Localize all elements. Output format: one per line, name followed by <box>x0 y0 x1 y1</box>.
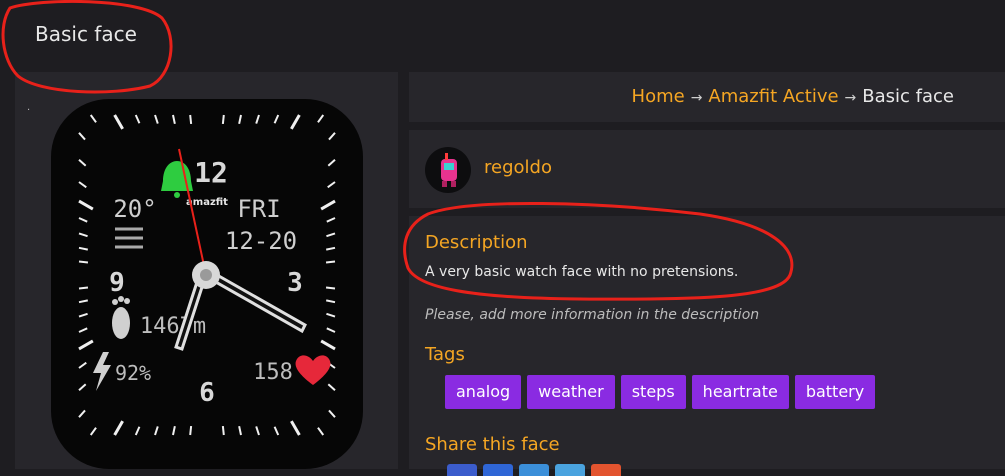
watch-date: 12-20 <box>225 227 297 255</box>
breadcrumb-separator: → <box>844 90 857 106</box>
avatar-icon <box>441 153 457 187</box>
dial-tick <box>78 260 89 264</box>
share-heading: Share this face <box>425 434 560 455</box>
dial-number-12: 12 <box>194 156 228 189</box>
share-button[interactable] <box>447 464 477 476</box>
dial-tick <box>78 286 89 290</box>
tag-analog[interactable]: analog <box>445 375 522 409</box>
share-button[interactable] <box>555 464 585 476</box>
description-text: A very basic watch face with no pretensi… <box>425 264 739 280</box>
dial-tick <box>189 114 193 125</box>
breadcrumb-panel: Home → Amazfit Active → Basic face <box>409 72 1005 122</box>
description-note: Please, add more information in the desc… <box>425 307 760 323</box>
breadcrumb-separator: → <box>690 90 703 106</box>
author-panel: regoldo <box>409 130 1005 208</box>
breadcrumb: Home → Amazfit Active → Basic face <box>632 86 954 107</box>
description-heading: Description <box>425 232 528 253</box>
tag-heartrate[interactable]: heartrate <box>691 375 789 409</box>
watch-steps: 1467m <box>140 314 206 339</box>
breadcrumb-category-link[interactable]: Amazfit Active <box>708 86 838 107</box>
breadcrumb-current: Basic face <box>862 86 954 107</box>
watch-preview-panel: . 12 3 6 9 amazfit 20° FRI 12-20 1467m 9… <box>15 72 398 469</box>
tag-steps[interactable]: steps <box>620 375 686 409</box>
author-avatar[interactable] <box>425 147 471 193</box>
breadcrumb-home-link[interactable]: Home <box>632 86 685 107</box>
dial-number-3: 3 <box>287 268 303 298</box>
author-name-link[interactable]: regoldo <box>484 157 552 178</box>
tags-heading: Tags <box>425 344 465 365</box>
info-panel: Description A very basic watch face with… <box>409 216 1005 476</box>
watch-heart-rate: 158 <box>253 360 293 385</box>
share-button[interactable] <box>483 464 513 476</box>
dial-tick <box>221 425 225 436</box>
tag-list: analog weather steps heartrate battery <box>445 375 876 409</box>
dial-tick <box>325 286 336 290</box>
dial-tick <box>325 260 336 264</box>
share-button[interactable] <box>519 464 549 476</box>
watch-temperature: 20° <box>113 195 156 223</box>
page-title: Basic face <box>35 22 137 46</box>
watch-battery: 92% <box>115 361 151 385</box>
share-buttons <box>447 464 621 476</box>
watch-weekday: FRI <box>237 195 280 223</box>
dial-tick <box>189 425 193 436</box>
tag-weather[interactable]: weather <box>527 375 615 409</box>
dial-tick <box>221 114 225 125</box>
watch-face-preview: 12 3 6 9 amazfit 20° FRI 12-20 1467m 92%… <box>51 99 363 469</box>
dial-number-9: 9 <box>109 268 125 298</box>
dial-number-6: 6 <box>199 378 215 408</box>
watch-brand: amazfit <box>186 197 228 208</box>
share-button[interactable] <box>591 464 621 476</box>
tag-battery[interactable]: battery <box>794 375 876 409</box>
panel-dot: . <box>27 102 31 113</box>
